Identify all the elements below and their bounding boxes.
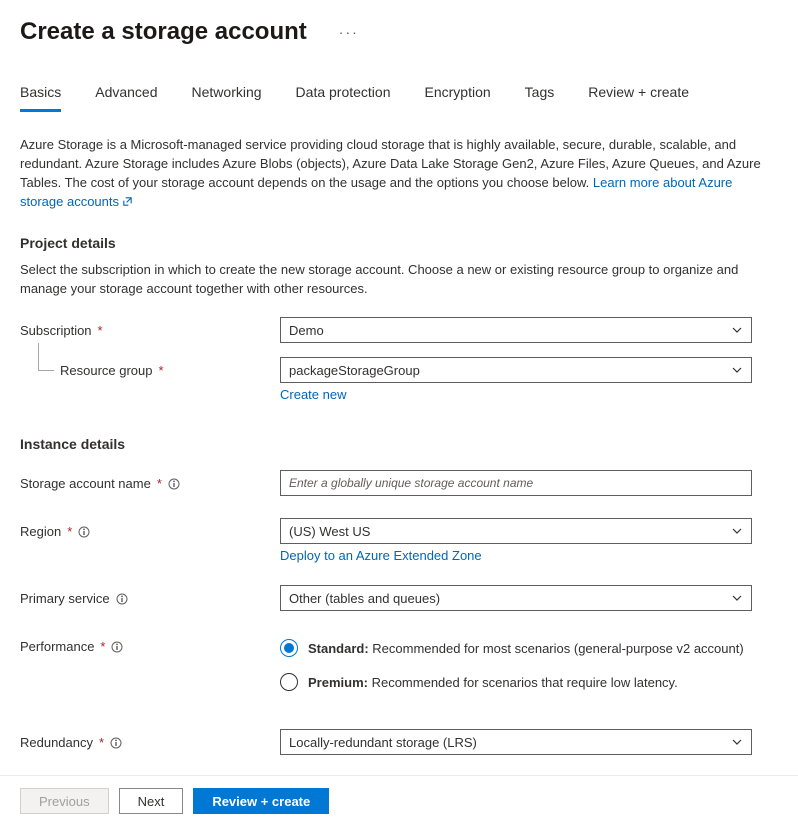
tab-encryption[interactable]: Encryption <box>425 84 491 110</box>
radio-icon <box>280 673 298 691</box>
info-icon[interactable] <box>116 593 128 605</box>
info-icon[interactable] <box>111 641 123 653</box>
chevron-down-icon <box>731 592 743 604</box>
previous-button: Previous <box>20 788 109 814</box>
tab-data-protection[interactable]: Data protection <box>296 84 391 110</box>
page-title: Create a storage account <box>20 18 307 46</box>
performance-premium-label: Premium: Recommended for scenarios that … <box>308 675 678 690</box>
storage-name-label: Storage account name* <box>20 470 260 491</box>
chevron-down-icon <box>731 736 743 748</box>
deploy-extended-zone-link[interactable]: Deploy to an Azure Extended Zone <box>280 548 482 563</box>
primary-service-select[interactable]: Other (tables and queues) <box>280 585 752 611</box>
tab-tags[interactable]: Tags <box>525 84 555 110</box>
resource-group-label: Resource group* <box>20 357 260 378</box>
radio-icon <box>280 639 298 657</box>
chevron-down-icon <box>731 324 743 336</box>
footer-bar: Previous Next Review + create <box>0 775 798 826</box>
tab-advanced[interactable]: Advanced <box>95 84 157 110</box>
performance-premium-radio[interactable]: Premium: Recommended for scenarios that … <box>280 673 760 691</box>
redundancy-label: Redundancy* <box>20 721 260 750</box>
storage-name-input[interactable] <box>280 470 752 496</box>
subscription-select[interactable]: Demo <box>280 317 752 343</box>
performance-standard-radio[interactable]: Standard: Recommended for most scenarios… <box>280 639 760 657</box>
more-menu-icon[interactable]: ··· <box>339 24 359 40</box>
next-button[interactable]: Next <box>119 788 184 814</box>
tab-networking[interactable]: Networking <box>192 84 262 110</box>
project-details-heading: Project details <box>20 235 778 251</box>
tab-review-create[interactable]: Review + create <box>588 84 689 110</box>
region-select[interactable]: (US) West US <box>280 518 752 544</box>
tab-basics[interactable]: Basics <box>20 84 61 110</box>
info-icon[interactable] <box>78 526 90 538</box>
region-label: Region* <box>20 510 260 539</box>
chevron-down-icon <box>731 364 743 376</box>
info-icon[interactable] <box>168 478 180 490</box>
tab-bar: Basics Advanced Networking Data protecti… <box>20 84 778 110</box>
primary-service-label: Primary service <box>20 577 260 606</box>
performance-standard-label: Standard: Recommended for most scenarios… <box>308 641 744 656</box>
external-link-icon <box>122 194 133 205</box>
info-icon[interactable] <box>110 737 122 749</box>
instance-details-heading: Instance details <box>20 436 778 452</box>
redundancy-select[interactable]: Locally-redundant storage (LRS) <box>280 729 752 755</box>
create-new-resource-group-link[interactable]: Create new <box>280 387 346 402</box>
project-details-desc: Select the subscription in which to crea… <box>20 261 778 299</box>
review-create-button[interactable]: Review + create <box>193 788 329 814</box>
performance-label: Performance* <box>20 625 260 654</box>
resource-group-select[interactable]: packageStorageGroup <box>280 357 752 383</box>
chevron-down-icon <box>731 525 743 537</box>
intro-text: Azure Storage is a Microsoft-managed ser… <box>20 136 778 211</box>
subscription-label: Subscription* <box>20 317 260 338</box>
